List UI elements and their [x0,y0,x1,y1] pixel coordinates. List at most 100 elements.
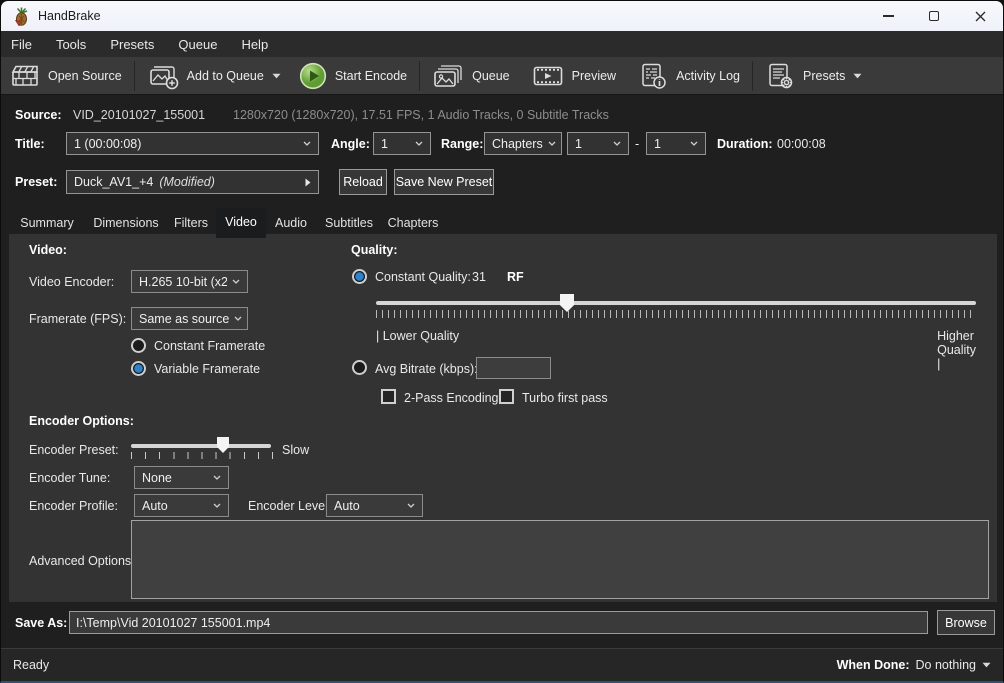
constant-framerate-radio[interactable] [131,338,146,353]
presets-button[interactable]: Presets [756,57,871,94]
encoder-preset-label: Encoder Preset: [29,443,119,457]
encoder-preset-slider-track[interactable] [131,444,271,448]
encoder-profile-label: Encoder Profile: [29,499,118,513]
tab-filters[interactable]: Filters [164,210,218,236]
variable-framerate-radio[interactable] [131,361,146,376]
menu-item-queue[interactable]: Queue [166,31,229,57]
tab-dimensions[interactable]: Dimensions [86,210,166,236]
encoder-tune-select[interactable]: None [134,466,229,489]
constant-framerate-label[interactable]: Constant Framerate [154,339,265,353]
save-new-preset-button[interactable]: Save New Preset [394,169,494,195]
start-encode-button[interactable]: Start Encode [290,57,416,94]
chevron-down-icon [608,141,621,146]
framerate-value: Same as source [139,312,229,326]
constant-quality-radio[interactable] [352,269,367,284]
lower-quality-label: | Lower Quality [376,329,459,343]
video-encoder-select[interactable]: H.265 10-bit (x265 [131,270,248,293]
close-button[interactable] [957,1,1003,31]
window-title: HandBrake [38,9,101,23]
close-icon [975,11,986,22]
encoder-tune-value: None [142,471,172,485]
framerate-select[interactable]: Same as source [131,307,248,330]
range-type-select[interactable]: Chapters [484,132,562,155]
avg-bitrate-input[interactable] [476,357,551,379]
menubar: File Tools Presets Queue Help [1,31,1003,57]
chevron-down-icon [208,475,221,480]
save-as-label: Save As: [15,616,67,630]
avg-bitrate-radio[interactable] [352,360,367,375]
menu-item-presets[interactable]: Presets [98,31,166,57]
chevron-down-icon [227,279,240,284]
handbrake-logo-icon [13,7,30,26]
statusbar: Ready When Done: Do nothing [1,648,1003,681]
two-pass-label[interactable]: 2-Pass Encoding [404,391,499,405]
variable-framerate-label[interactable]: Variable Framerate [154,362,260,376]
add-to-queue-icon [147,62,179,90]
status-ready: Ready [13,658,49,672]
range-dash: - [635,137,639,151]
window-titlebar: HandBrake [1,1,1003,31]
chevron-down-icon [685,141,698,146]
tab-video[interactable]: Video [216,208,266,238]
minimize-icon [883,15,894,16]
constant-quality-value: 31 [472,270,486,284]
tab-summary[interactable]: Summary [15,210,79,236]
add-to-queue-button[interactable]: Add to Queue [138,57,290,94]
dropdown-arrow-icon [272,73,281,79]
chevron-down-icon [208,503,221,508]
advanced-options-textarea[interactable] [131,520,989,599]
angle-label: Angle: [331,137,370,151]
higher-quality-label: Higher Quality | [937,329,976,371]
range-start-select[interactable]: 1 [567,132,629,155]
toolbar-separator [419,61,420,91]
maximize-button[interactable] [911,1,957,31]
range-end-select[interactable]: 1 [646,132,706,155]
when-done-select[interactable]: Do nothing [916,658,976,672]
menu-item-help[interactable]: Help [229,31,280,57]
video-section-title: Video: [29,243,67,257]
menu-item-file[interactable]: File [1,31,44,57]
queue-label: Queue [472,69,510,83]
activity-log-button[interactable]: Activity Log [629,57,749,94]
quality-slider-ticks [376,310,976,318]
advanced-options-label: Advanced Options: [29,554,135,568]
queue-icon [432,63,464,89]
queue-button[interactable]: Queue [423,57,519,94]
video-encoder-value: H.265 10-bit (x265 [139,275,227,289]
quality-slider-track[interactable] [376,301,976,305]
tab-chapters[interactable]: Chapters [382,210,444,236]
toolbar-separator [752,61,753,91]
two-pass-checkbox[interactable] [381,389,396,404]
preview-button[interactable]: Preview [523,57,625,94]
turbo-first-pass-checkbox[interactable] [499,389,514,404]
add-to-queue-label: Add to Queue [187,69,264,83]
encoder-preset-value: Slow [282,443,309,457]
title-select[interactable]: 1 (00:00:08) [66,132,319,155]
constant-quality-label[interactable]: Constant Quality: [375,270,471,284]
save-as-input[interactable] [69,611,928,634]
encoder-profile-select[interactable]: Auto [134,494,229,517]
toolbar-separator [134,61,135,91]
browse-button[interactable]: Browse [937,610,995,635]
open-source-button[interactable]: Open Source [1,57,131,94]
turbo-first-pass-label[interactable]: Turbo first pass [522,391,608,405]
range-end-value: 1 [654,137,661,151]
minimize-button[interactable] [865,1,911,31]
tab-subtitles[interactable]: Subtitles [316,210,382,236]
menu-item-tools[interactable]: Tools [44,31,98,57]
encoder-level-select[interactable]: Auto [326,494,423,517]
dropdown-arrow-icon[interactable] [982,662,991,668]
chevron-down-icon [543,141,556,146]
angle-select-value: 1 [381,137,388,151]
tab-audio[interactable]: Audio [266,210,316,236]
rf-label: RF [507,270,524,284]
source-name: VID_20101027_155001 [73,108,205,122]
duration-label: Duration: [717,137,773,151]
preset-select[interactable]: Duck_AV1_+4 (Modified) [66,170,319,194]
avg-bitrate-label[interactable]: Avg Bitrate (kbps): [375,362,478,376]
reload-button[interactable]: Reload [339,169,387,195]
angle-select[interactable]: 1 [373,132,431,155]
activity-log-icon [638,62,668,90]
presets-icon [765,62,795,90]
encoder-preset-slider-ticks [131,452,273,459]
